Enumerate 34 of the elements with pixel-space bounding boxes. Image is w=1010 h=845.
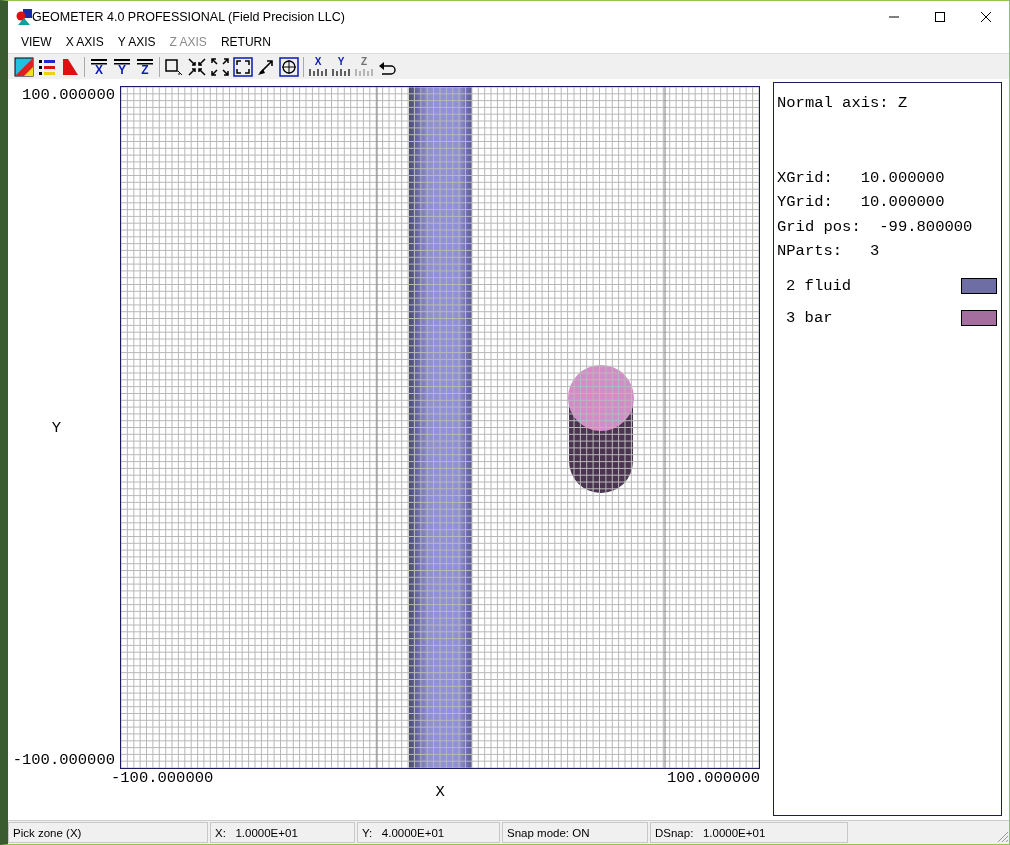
- triangle-icon[interactable]: [60, 56, 80, 77]
- part-label: 3 bar: [786, 308, 833, 329]
- status-field: Pick zone (X): [8, 822, 208, 843]
- axis-tick-label: -100.000000: [12, 751, 115, 769]
- axis-tick-label: 100.000000: [667, 769, 760, 787]
- window-title: GEOMETER 4.0 PROFESSIONAL (Field Precision LLC): [32, 9, 346, 24]
- maximize-icon[interactable]: [935, 11, 945, 22]
- status-field: Y: 4.0000E+01: [357, 822, 500, 843]
- close-icon[interactable]: [981, 11, 991, 22]
- crosshair-icon[interactable]: [279, 56, 299, 77]
- palette-icon[interactable]: [14, 56, 34, 77]
- info-text: XGrid: 10.000000: [777, 167, 946, 189]
- menu-item[interactable]: RETURN: [213, 35, 278, 49]
- menu-item[interactable]: Y AXIS: [110, 35, 163, 49]
- axis-tick-label: -100.000000: [111, 769, 214, 787]
- axis-title: X: [435, 783, 445, 801]
- app-logo-icon: [16, 8, 32, 25]
- status-field: DSnap: 1.0000E+01: [650, 822, 848, 843]
- menu-item[interactable]: VIEW: [14, 35, 59, 49]
- zoom-box-icon[interactable]: [164, 56, 184, 77]
- status-field: Snap mode: ON: [502, 822, 648, 843]
- axis-tick-label: 100.000000: [22, 86, 115, 104]
- expand-arrows-icon[interactable]: [210, 56, 230, 77]
- info-text: YGrid: 10.000000: [777, 192, 946, 213]
- info-text: Grid pos: -99.800000: [777, 216, 974, 238]
- info-text: NParts: 3: [777, 241, 881, 262]
- axis-title: Y: [51, 418, 62, 437]
- shrink-arrows-icon[interactable]: [187, 56, 207, 77]
- menu-item[interactable]: X AXIS: [58, 35, 111, 49]
- part-label: 2 fluid: [786, 275, 852, 297]
- resize-grip-icon[interactable]: [997, 831, 1009, 843]
- info-text: Normal axis: Z: [777, 93, 909, 114]
- fit-frame-icon[interactable]: [233, 56, 253, 77]
- status-field: X: 1.0000E+01: [210, 822, 355, 843]
